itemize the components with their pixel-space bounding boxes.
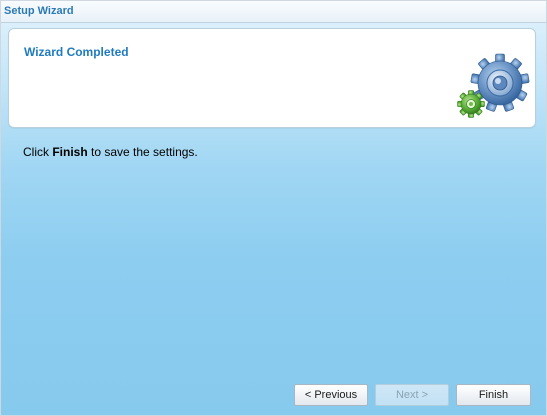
finish-button[interactable]: Finish	[456, 384, 531, 406]
next-button: Next >	[375, 384, 449, 406]
title-bar: Setup Wizard	[1, 1, 546, 23]
message-finish-emphasis: Finish	[52, 145, 88, 159]
header-panel: Wizard Completed	[8, 28, 536, 128]
page-title: Wizard Completed	[24, 45, 129, 59]
previous-button[interactable]: < Previous	[294, 384, 368, 406]
completion-message: Click Finish to save the settings.	[23, 145, 198, 159]
message-prefix: Click	[23, 145, 53, 159]
setup-wizard-window: Setup Wizard Wizard Completed Click Fini…	[0, 0, 547, 416]
message-suffix: to save the settings.	[87, 145, 198, 159]
window-title: Setup Wizard	[4, 5, 74, 17]
gears-icon	[457, 53, 530, 118]
